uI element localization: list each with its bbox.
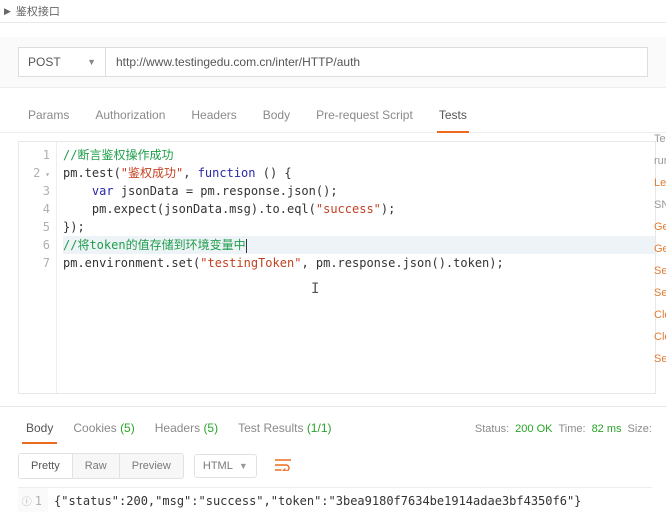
section-title: 鉴权接口 (16, 3, 60, 19)
tab-body[interactable]: Body (253, 100, 300, 132)
tab-params[interactable]: Params (18, 100, 79, 132)
editor-gutter: 1 2 3 4 5 6 7 (19, 142, 57, 393)
tab-tests[interactable]: Tests (429, 100, 477, 132)
request-tabs: Params Authorization Headers Body Pre-re… (0, 100, 666, 133)
resp-tab-body[interactable]: Body (18, 415, 61, 443)
tab-headers[interactable]: Headers (181, 100, 246, 132)
resp-tab-testresults[interactable]: Test Results (1/1) (230, 415, 339, 443)
section-header[interactable]: ▶ 鉴权接口 (0, 0, 666, 23)
snippets-rail: Tes rur Lea SN Ge Ge Se Se Cle Cle Se (652, 128, 666, 388)
code-editor[interactable]: 1 2 3 4 5 6 7 //断言鉴权操作成功 pm.test("鉴权成功",… (18, 141, 656, 394)
collapse-icon: ▶ (4, 6, 11, 17)
response-view-bar: Pretty Raw Preview HTML ▼ (18, 453, 652, 479)
tab-authorization[interactable]: Authorization (85, 100, 175, 132)
response-code[interactable]: {"status":200,"msg":"success","token":"3… (48, 488, 652, 512)
chevron-down-icon: ▼ (239, 461, 248, 471)
wrap-lines-icon[interactable] (269, 454, 297, 479)
url-input[interactable] (106, 47, 648, 77)
text-cursor-icon: I (311, 280, 319, 298)
response-gutter: 1 (18, 488, 48, 512)
format-select[interactable]: HTML ▼ (194, 454, 257, 478)
editor-code[interactable]: //断言鉴权操作成功 pm.test("鉴权成功", function () {… (57, 142, 655, 393)
view-raw[interactable]: Raw (73, 454, 120, 478)
response-status: Status: 200 OK Time: 82 ms Size: (475, 423, 652, 435)
http-method-value: POST (28, 55, 61, 69)
response-header: Body Cookies (5) Headers (5) Test Result… (0, 406, 666, 443)
resp-tab-cookies[interactable]: Cookies (5) (65, 415, 142, 443)
time-value: 82 ms (592, 423, 622, 435)
status-value: 200 OK (515, 423, 552, 435)
response-tabs: Body Cookies (5) Headers (5) Test Result… (18, 415, 340, 443)
http-method-select[interactable]: POST ▼ (18, 47, 106, 77)
view-mode-segment: Pretty Raw Preview (18, 453, 184, 479)
view-pretty[interactable]: Pretty (19, 454, 73, 478)
request-bar: POST ▼ (0, 37, 666, 88)
response-body: 1 {"status":200,"msg":"success","token":… (18, 487, 652, 512)
resp-tab-headers[interactable]: Headers (5) (147, 415, 226, 443)
view-preview[interactable]: Preview (120, 454, 183, 478)
chevron-down-icon: ▼ (87, 57, 96, 67)
tab-prerequest[interactable]: Pre-request Script (306, 100, 423, 132)
